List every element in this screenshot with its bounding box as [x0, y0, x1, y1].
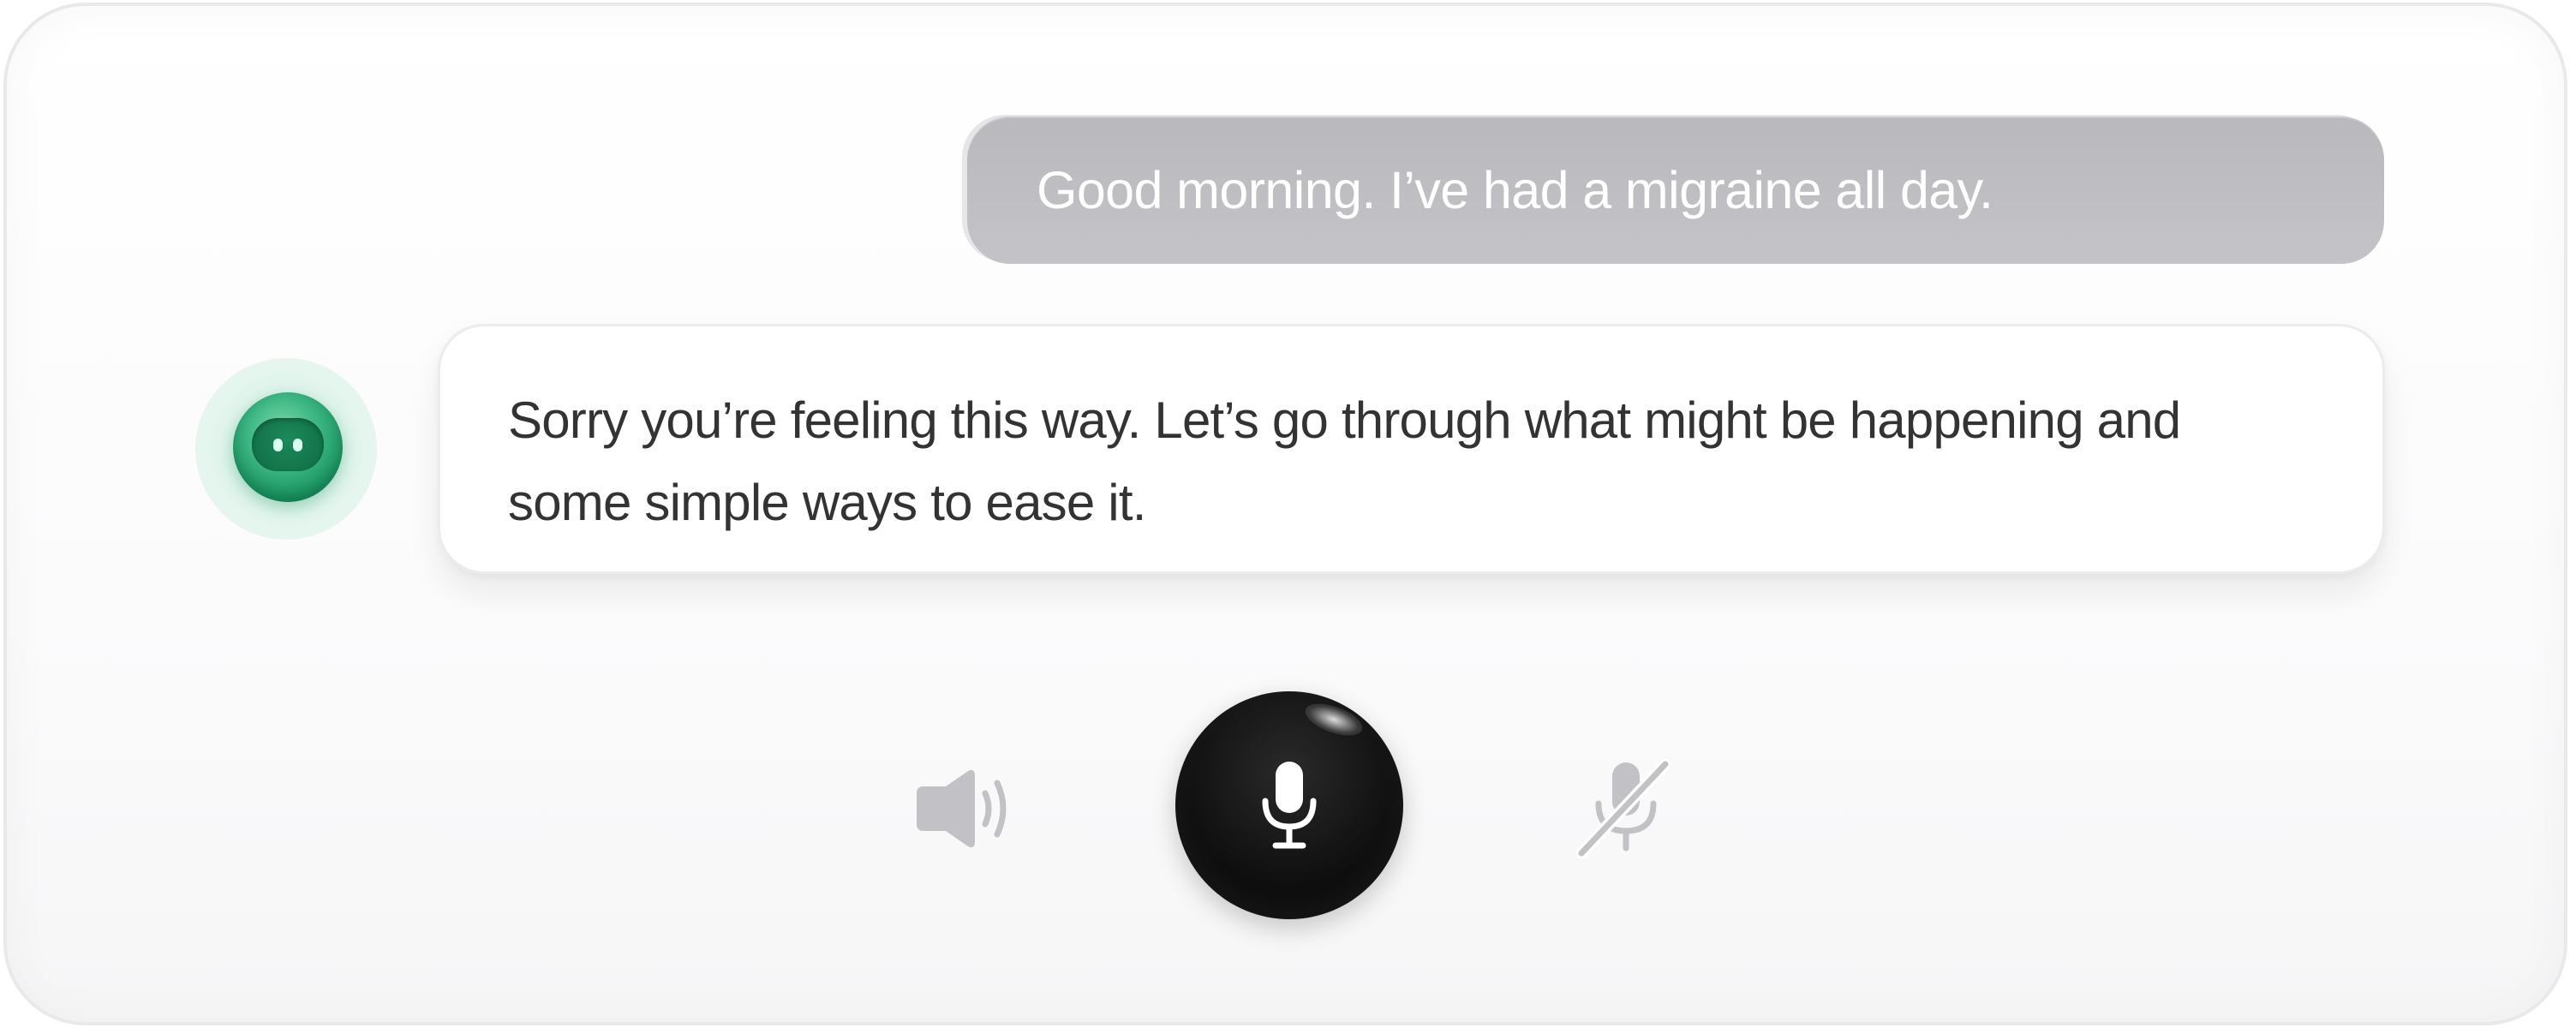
robot-face — [252, 418, 324, 471]
mute-microphone-button[interactable] — [1575, 758, 1676, 859]
chat-window: Good morning. I’ve had a migraine all da… — [0, 0, 2576, 1034]
speaker-icon — [917, 769, 1007, 848]
speaker-button[interactable] — [913, 768, 1011, 850]
user-message-text: Good morning. I’ve had a migraine all da… — [1037, 161, 1993, 219]
robot-eye-right — [293, 439, 302, 451]
microphone-icon — [1262, 762, 1317, 849]
robot-icon — [233, 392, 343, 502]
assistant-avatar — [195, 358, 377, 540]
microphone-button[interactable] — [1175, 691, 1403, 919]
assistant-message-text: Sorry you’re feeling this way. Let’s go … — [508, 391, 2181, 531]
assistant-message-bubble: Sorry you’re feeling this way. Let’s go … — [438, 324, 2385, 574]
robot-eye-left — [273, 439, 283, 451]
user-message-bubble: Good morning. I’ve had a migraine all da… — [967, 117, 2384, 264]
microphone-off-icon — [1575, 758, 1671, 859]
